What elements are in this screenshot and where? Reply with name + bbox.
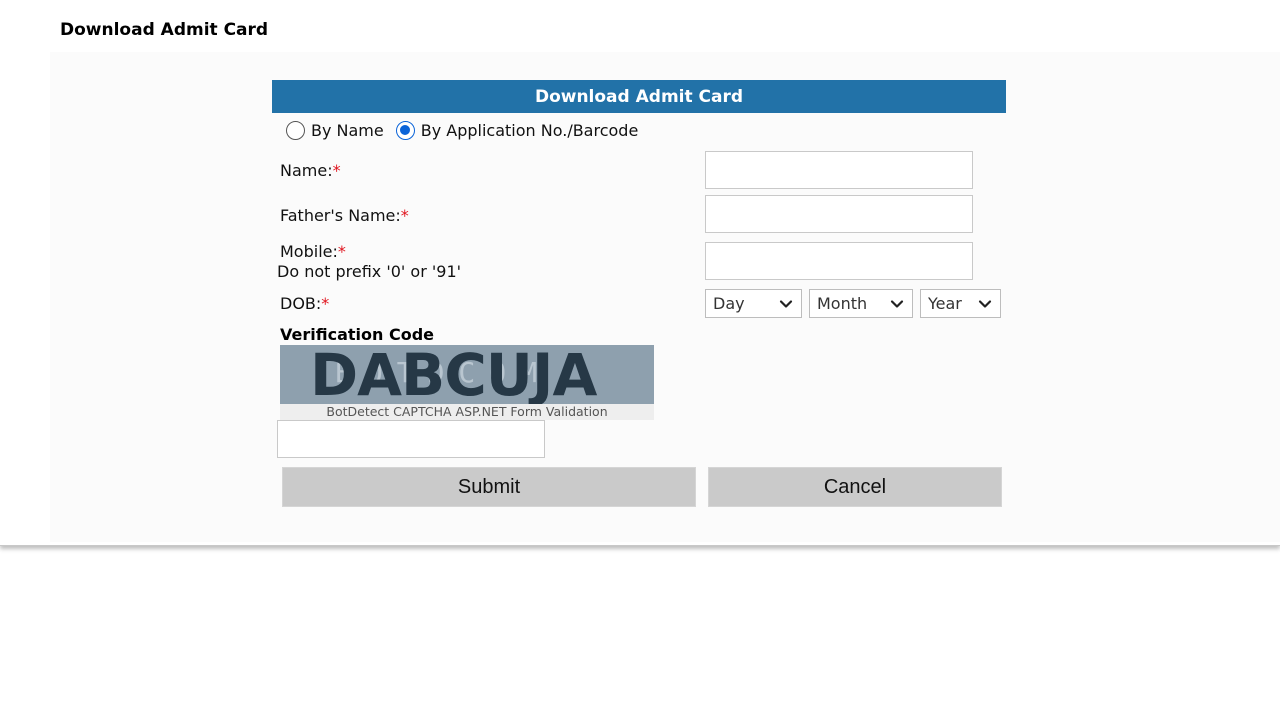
- captcha-input[interactable]: [277, 420, 545, 458]
- name-input[interactable]: [705, 151, 973, 189]
- submit-button[interactable]: Submit: [282, 467, 696, 507]
- dob-month-select[interactable]: Month: [809, 289, 913, 318]
- name-label: Name:*: [280, 161, 341, 180]
- mobile-hint: Do not prefix '0' or '91': [277, 262, 462, 281]
- form-header: Download Admit Card: [272, 80, 1006, 113]
- verification-code-title: Verification Code: [280, 325, 434, 344]
- captcha-code: DABCUJA: [310, 345, 597, 405]
- captcha-image: BOTDCOM DABCUJA: [280, 345, 654, 405]
- chevron-down-icon: [779, 300, 793, 308]
- required-marker: *: [321, 294, 330, 313]
- search-mode-group: By Name By Application No./Barcode: [286, 121, 650, 140]
- radio-by-name-label[interactable]: By Name: [311, 121, 384, 140]
- radio-by-application-no-label[interactable]: By Application No./Barcode: [421, 121, 639, 140]
- dob-month-value: Month: [817, 294, 868, 313]
- required-marker: *: [337, 242, 346, 261]
- chevron-down-icon: [890, 300, 904, 308]
- page-panel: Download Admit Card Download Admit Card …: [0, 0, 1280, 546]
- dob-day-select[interactable]: Day: [705, 289, 802, 318]
- captcha-caption: BotDetect CAPTCHA ASP.NET Form Validatio…: [280, 404, 654, 420]
- required-marker: *: [400, 206, 409, 225]
- required-marker: *: [332, 161, 341, 180]
- mobile-label: Mobile:*: [280, 242, 346, 261]
- dob-label: DOB:*: [280, 294, 330, 313]
- page-title: Download Admit Card: [60, 20, 269, 40]
- dob-day-value: Day: [713, 294, 745, 313]
- chevron-down-icon: [978, 300, 992, 308]
- dob-year-value: Year: [928, 294, 962, 313]
- father-name-label: Father's Name:*: [280, 206, 409, 225]
- radio-by-application-no[interactable]: [395, 121, 415, 140]
- mobile-input[interactable]: [705, 242, 973, 280]
- dob-year-select[interactable]: Year: [920, 289, 1001, 318]
- radio-by-name[interactable]: [286, 121, 305, 140]
- cancel-button[interactable]: Cancel: [708, 467, 1002, 507]
- father-name-input[interactable]: [705, 195, 973, 233]
